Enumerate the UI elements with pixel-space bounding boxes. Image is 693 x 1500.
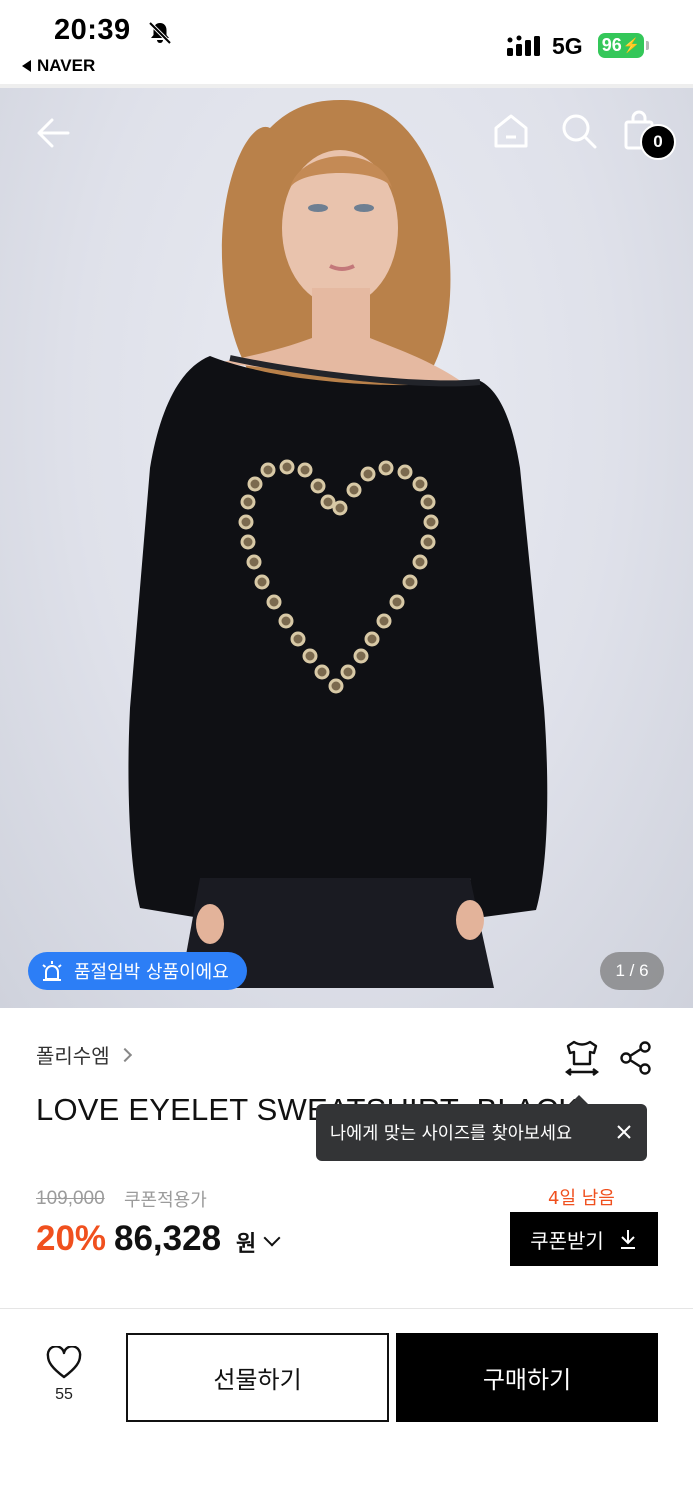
buy-button[interactable]: 구매하기 <box>396 1333 658 1422</box>
cellular-signal-icon <box>507 35 540 56</box>
heart-icon <box>46 1346 82 1379</box>
status-bar: 20:39 NAVER 5G 96 ⚡ <box>0 0 693 84</box>
tooltip-text: 나에게 맞는 사이즈를 찾아보세요 <box>330 1124 573 1144</box>
like-button[interactable]: 55 <box>36 1346 92 1404</box>
download-icon <box>620 1230 635 1249</box>
back-to-app-link[interactable]: NAVER <box>22 56 95 76</box>
alarm-icon <box>42 961 62 981</box>
size-guide-tooltip: 나에게 맞는 사이즈를 찾아보세요 <box>316 1095 647 1161</box>
size-guide-icon[interactable] <box>562 1038 602 1078</box>
search-icon[interactable] <box>558 110 600 152</box>
low-stock-badge: 품절임박 상품이에요 <box>28 952 247 990</box>
product-photo <box>128 99 548 988</box>
status-time: 20:39 <box>54 14 131 46</box>
close-icon[interactable] <box>613 1121 635 1143</box>
image-page-indicator: 1 / 6 <box>600 952 664 990</box>
home-icon[interactable] <box>490 110 532 152</box>
brand-link[interactable]: 폴리수엠 <box>36 1040 132 1069</box>
battery-indicator: 96 ⚡ <box>598 33 649 58</box>
get-coupon-label: 쿠폰받기 <box>530 1228 604 1253</box>
back-arrow-icon[interactable] <box>32 112 74 154</box>
sale-price: 86,328 <box>114 1219 222 1258</box>
original-price: 109,000 <box>36 1188 105 1209</box>
share-icon[interactable] <box>618 1040 654 1076</box>
network-type: 5G <box>552 33 583 59</box>
currency-label: 원 <box>236 1232 257 1257</box>
coupon-price-label: 쿠폰적용가 <box>124 1190 207 1211</box>
discount-rate: 20% <box>36 1219 107 1258</box>
coupon-days-left: 4일 남음 <box>548 1188 615 1209</box>
low-stock-text: 품절임박 상품이에요 <box>74 962 229 983</box>
charging-bolt-icon: ⚡ <box>622 37 641 53</box>
like-count: 55 <box>55 1386 73 1403</box>
back-app-label: NAVER <box>37 56 96 75</box>
chevron-right-icon <box>117 1047 132 1062</box>
price-details-chevron-icon[interactable] <box>263 1229 281 1247</box>
bell-slash-icon <box>148 21 172 45</box>
get-coupon-button[interactable]: 쿠폰받기 <box>510 1212 658 1266</box>
section-divider <box>0 1308 693 1309</box>
cart-count-badge: 0 <box>640 124 676 160</box>
brand-name: 폴리수엠 <box>36 1044 110 1068</box>
gift-button[interactable]: 선물하기 <box>126 1333 389 1422</box>
battery-level: 96 <box>601 35 622 55</box>
back-triangle-icon <box>22 60 31 72</box>
product-image-gallery[interactable]: 0 품절임박 상품이에요 1 / 6 <box>0 84 693 1008</box>
